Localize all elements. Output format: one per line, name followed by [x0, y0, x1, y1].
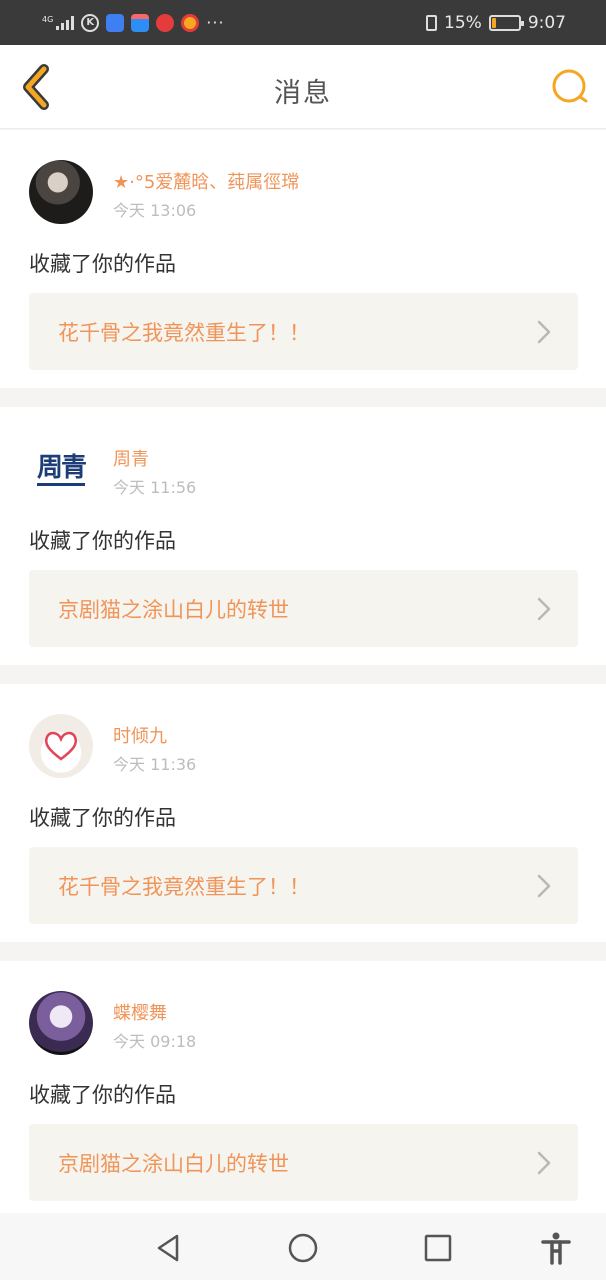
network-type: 4G — [42, 14, 54, 24]
top-navbar: 消息 — [0, 45, 606, 129]
avatar-text: 周青 — [36, 453, 87, 486]
timestamp: 今天 09:18 — [113, 1032, 197, 1051]
work-title: 花千骨之我竟然重生了！！ — [58, 875, 310, 899]
action-text: 收藏了你的作品 — [29, 252, 176, 276]
chevron-right-icon — [537, 874, 551, 898]
system-nav-bar — [0, 1213, 606, 1280]
circle-home-icon — [288, 1233, 318, 1263]
notification-card: 时倾九 今天 11:36 收藏了你的作品 花千骨之我竟然重生了！！ — [0, 684, 606, 942]
weibo-app-icon — [181, 13, 200, 32]
avatar[interactable] — [29, 714, 93, 778]
user-name[interactable]: 周青 — [113, 445, 149, 471]
notification-list: ★·°5爱麓晗、莼属徑瑺 今天 13:06 收藏了你的作品 花千骨之我竟然重生了… — [0, 130, 606, 1238]
work-title: 京剧猫之涂山白儿的转世 — [58, 1152, 289, 1176]
chevron-right-icon — [537, 597, 551, 621]
video-app-icon — [131, 13, 150, 32]
work-title: 花千骨之我竟然重生了！！ — [58, 321, 310, 345]
status-right: 15% 9:07 — [426, 13, 566, 33]
action-text: 收藏了你的作品 — [29, 1083, 176, 1107]
accessibility-button[interactable] — [539, 1231, 573, 1265]
vibrate-icon — [426, 14, 438, 31]
recents-nav-button[interactable] — [421, 1231, 455, 1265]
user-name[interactable]: 时倾九 — [113, 722, 167, 748]
timestamp: 今天 11:36 — [113, 755, 197, 774]
avatar[interactable]: 周青 — [29, 437, 93, 501]
timestamp: 今天 13:06 — [113, 201, 197, 220]
battery-icon — [488, 14, 524, 31]
square-recents-icon — [424, 1234, 452, 1262]
signal-icon: 4G — [42, 14, 75, 30]
notification-card: 周青 周青 今天 11:56 收藏了你的作品 京剧猫之涂山白儿的转世 — [0, 407, 606, 665]
home-nav-button[interactable] — [286, 1231, 320, 1265]
action-text: 收藏了你的作品 — [29, 529, 176, 553]
page-title: 消息 — [274, 78, 332, 109]
notification-card: 蝶樱舞 今天 09:18 收藏了你的作品 京剧猫之涂山白儿的转世 — [0, 961, 606, 1219]
chevron-right-icon — [537, 320, 551, 344]
k-app-icon: K — [81, 13, 100, 32]
heart-icon — [44, 731, 78, 761]
battery-fill — [491, 17, 496, 28]
chevron-right-icon — [537, 1151, 551, 1175]
user-name[interactable]: ★·°5爱麓晗、莼属徑瑺 — [113, 168, 299, 194]
status-left: 4G K ··· — [42, 13, 225, 32]
search-icon — [552, 69, 588, 103]
work-link[interactable]: 花千骨之我竟然重生了！！ — [29, 293, 578, 370]
back-nav-button[interactable] — [151, 1231, 185, 1265]
avatar[interactable] — [29, 991, 93, 1055]
accessibility-icon — [541, 1232, 571, 1265]
status-bar: 4G K ··· 15% 9:07 — [0, 0, 606, 45]
work-link[interactable]: 花千骨之我竟然重生了！！ — [29, 847, 578, 924]
more-notifications: ··· — [206, 13, 225, 32]
red-app-icon — [156, 13, 175, 32]
avatar[interactable] — [29, 160, 93, 224]
work-link[interactable]: 京剧猫之涂山白儿的转世 — [29, 570, 578, 647]
notification-card: ★·°5爱麓晗、莼属徑瑺 今天 13:06 收藏了你的作品 花千骨之我竟然重生了… — [0, 130, 606, 388]
clock: 9:07 — [527, 12, 566, 33]
triangle-back-icon — [157, 1234, 179, 1262]
work-title: 京剧猫之涂山白儿的转世 — [58, 598, 289, 622]
battery-percent: 15% — [444, 12, 482, 33]
search-button[interactable] — [550, 67, 590, 107]
baidu-app-icon — [106, 13, 125, 32]
action-text: 收藏了你的作品 — [29, 806, 176, 830]
work-link[interactable]: 京剧猫之涂山白儿的转世 — [29, 1124, 578, 1201]
user-name[interactable]: 蝶樱舞 — [113, 999, 167, 1025]
timestamp: 今天 11:56 — [113, 478, 197, 497]
